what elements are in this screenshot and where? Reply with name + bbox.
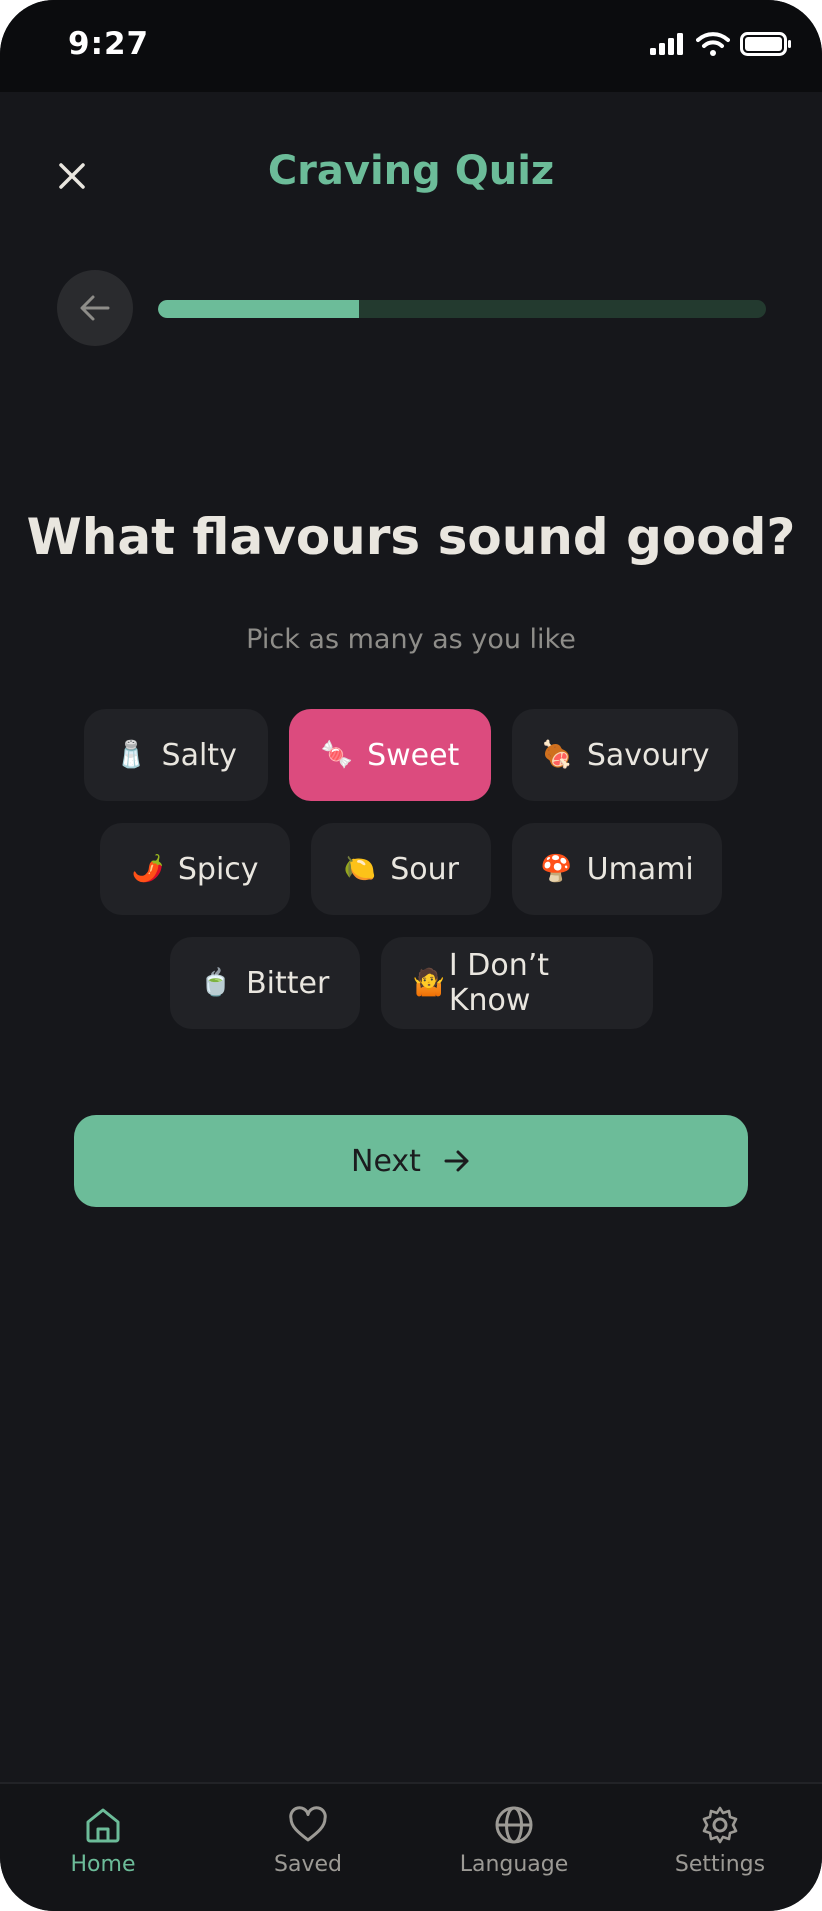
page-title: Craving Quiz	[267, 148, 555, 194]
option-row-1: 🧂 Salty 🍬 Sweet 🍖 Savoury	[0, 709, 822, 801]
phone-screen: 9:27 Craving Quiz What flavours sound go…	[0, 0, 822, 1911]
option-label: I Don’t Know	[448, 948, 550, 1018]
option-salty[interactable]: 🧂 Salty	[84, 709, 268, 801]
gear-icon	[702, 1806, 738, 1844]
candy-icon: 🍬	[320, 740, 354, 770]
battery-icon	[740, 32, 791, 56]
chili-pepper-icon: 🌶️	[131, 854, 164, 884]
option-row-2: 🌶️ Spicy 🍋 Sour 🍄 Umami	[0, 823, 822, 915]
wifi-icon	[696, 32, 730, 56]
globe-icon	[495, 1806, 533, 1844]
option-spicy[interactable]: 🌶️ Spicy	[100, 823, 290, 915]
arrow-left-icon	[80, 295, 110, 321]
heart-icon	[289, 1806, 327, 1842]
back-button[interactable]	[57, 270, 133, 346]
option-savoury[interactable]: 🍖 Savoury	[512, 709, 738, 801]
lemon-icon: 🍋	[343, 854, 376, 884]
nav-language[interactable]: Language	[434, 1804, 594, 1877]
nav-label: Saved	[274, 1852, 342, 1877]
option-bitter[interactable]: 🍵 Bitter	[169, 937, 360, 1029]
home-icon	[86, 1808, 120, 1843]
signal-icon	[650, 33, 683, 55]
nav-label: Settings	[674, 1852, 766, 1877]
option-label: Spicy	[177, 851, 259, 887]
nav-saved[interactable]: Saved	[228, 1804, 388, 1877]
meat-icon: 🍖	[540, 740, 573, 770]
option-label: Umami	[586, 851, 694, 887]
option-label: Sour	[390, 851, 459, 887]
shrug-icon: 🤷	[412, 968, 445, 998]
mushroom-icon: 🍄	[540, 854, 573, 884]
progress-fill	[158, 300, 359, 318]
option-sweet[interactable]: 🍬 Sweet	[289, 709, 491, 801]
option-i-dont-know[interactable]: 🤷 I Don’t Know	[380, 937, 653, 1029]
next-button-label: Next	[351, 1143, 421, 1179]
salt-shaker-icon: 🧂	[115, 740, 148, 770]
bottom-nav: Home Saved Language Settings	[0, 1782, 822, 1911]
nav-settings[interactable]: Settings	[640, 1804, 800, 1877]
option-row-3: 🍵 Bitter 🤷 I Don’t Know	[0, 937, 822, 1029]
question-title: What flavours sound good?	[26, 508, 796, 566]
status-icons	[650, 32, 792, 56]
option-label: Bitter	[246, 965, 330, 1001]
nav-home[interactable]: Home	[23, 1804, 183, 1877]
status-time: 9:27	[68, 26, 150, 62]
next-button[interactable]: Next	[74, 1115, 748, 1207]
option-label: Salty	[161, 737, 237, 773]
arrow-right-icon	[444, 1150, 469, 1172]
progress-bar	[158, 300, 766, 318]
tea-icon: 🍵	[199, 968, 233, 998]
nav-label: Home	[70, 1852, 136, 1877]
nav-label: Language	[459, 1852, 569, 1877]
option-label: Sweet	[367, 737, 460, 773]
option-sour[interactable]: 🍋 Sour	[311, 823, 491, 915]
question-subtitle: Pick as many as you like	[246, 624, 576, 655]
option-umami[interactable]: 🍄 Umami	[512, 823, 722, 915]
status-bar: 9:27	[0, 0, 822, 92]
option-label: Savoury	[586, 737, 710, 773]
